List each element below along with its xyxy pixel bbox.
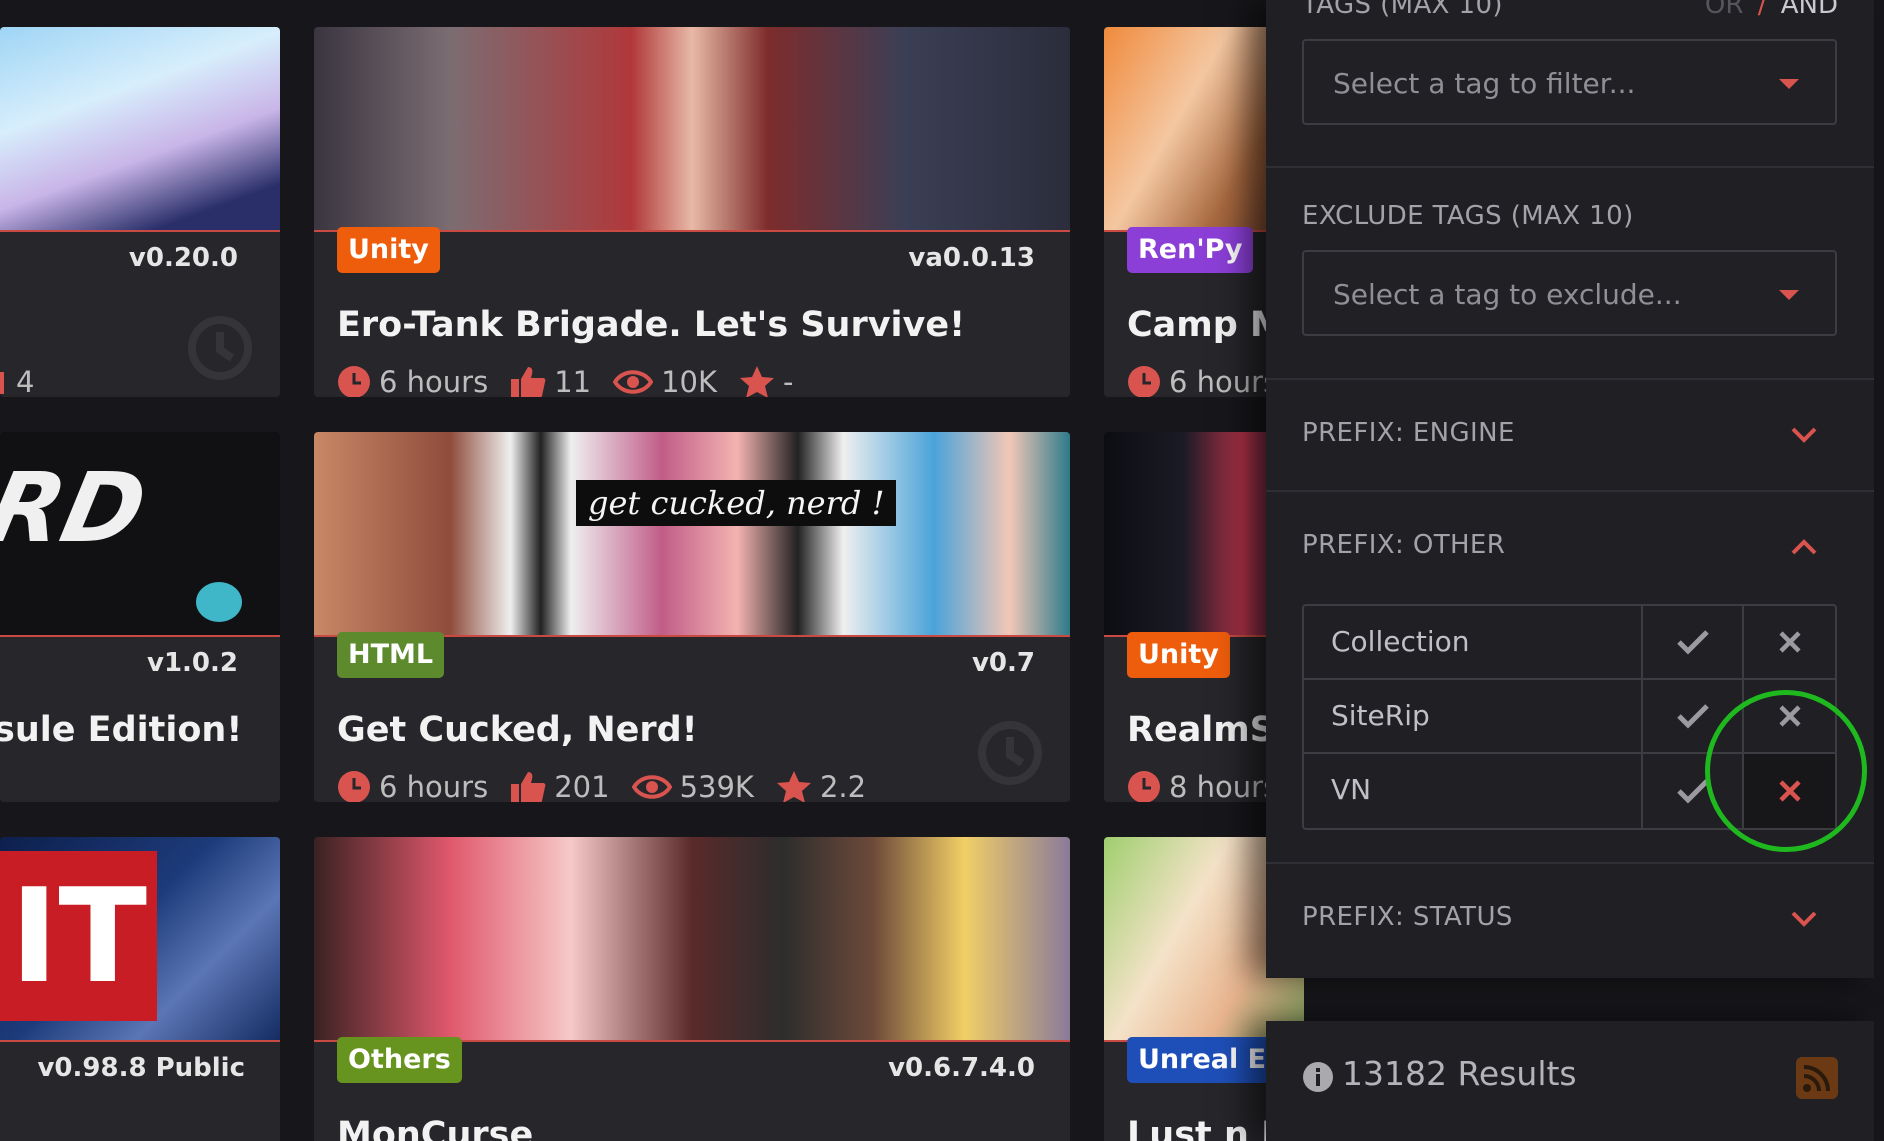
game-title[interactable]: Lust n F — [1127, 1115, 1285, 1141]
eye-icon — [631, 775, 672, 799]
tag-filter-placeholder: Select a tag to filter... — [1333, 67, 1636, 100]
chevron-down-icon[interactable] — [1790, 910, 1818, 928]
updated-time: 6 hours — [379, 770, 489, 802]
tag-exclude-placeholder: Select a tag to exclude... — [1333, 278, 1682, 311]
card-stats: 6 hours 11 10K - — [337, 365, 816, 397]
game-title[interactable]: Get Cucked, Nerd! — [337, 710, 698, 750]
tag-filter-select[interactable]: Select a tag to filter... — [1302, 39, 1837, 125]
include-button[interactable] — [1643, 606, 1744, 678]
version-badge: v0.7 — [959, 639, 1047, 687]
caret-down-icon — [1779, 79, 1799, 89]
game-card[interactable]: RD v1.0.2 sule Edition! — [0, 432, 280, 802]
version-badge: v0.6.7.4.0 — [876, 1044, 1047, 1092]
annotation-circle — [1705, 690, 1867, 852]
prefix-engine-label: PREFIX: ENGINE — [1302, 418, 1515, 448]
engine-badge: Unity — [1127, 632, 1230, 678]
clock-icon — [1128, 771, 1160, 802]
game-card[interactable]: get cucked, nerd ! HTML v0.7 Get Cucked,… — [314, 432, 1070, 802]
rating-value: 2.2 — [819, 770, 867, 802]
game-thumbnail[interactable] — [0, 27, 280, 232]
game-card[interactable]: Unity va0.0.13 Ero-Tank Brigade. Let's S… — [314, 27, 1070, 397]
exclude-button[interactable] — [1744, 606, 1835, 678]
eye-icon — [613, 370, 654, 394]
updated-time: 8 hours — [1169, 770, 1279, 802]
star-icon — [740, 366, 775, 397]
history-icon[interactable] — [972, 715, 1048, 791]
version-badge: va0.0.13 — [896, 234, 1047, 282]
prefix-status-label: PREFIX: STATUS — [1302, 902, 1513, 932]
game-card[interactable]: Others v0.6.7.4.0 MonCurse — [314, 837, 1070, 1141]
game-thumbnail[interactable]: get cucked, nerd ! — [314, 432, 1070, 637]
engine-badge: Others — [337, 1037, 462, 1083]
tag-mode-separator: / — [1757, 0, 1767, 20]
engine-badge: Ren'Py — [1127, 227, 1254, 273]
info-icon — [1303, 1062, 1333, 1092]
game-thumbnail[interactable]: IT — [0, 837, 280, 1042]
tag-mode-or[interactable]: OR — [1705, 0, 1744, 20]
engine-badge: HTML — [337, 632, 445, 678]
prefix-status-header[interactable]: PREFIX: STATUS — [1266, 864, 1874, 974]
prefix-engine-header[interactable]: PREFIX: ENGINE — [1266, 380, 1874, 490]
thumbs-up-icon — [0, 372, 4, 394]
engine-badge: Unity — [337, 227, 440, 273]
version-badge: v0.98.8 Public — [25, 1044, 257, 1092]
prefix-label: SiteRip — [1304, 680, 1643, 752]
rating-value: - — [783, 365, 794, 397]
exclude-tags-label: EXCLUDE TAGS (MAX 10) — [1302, 201, 1634, 231]
game-title[interactable]: RealmS — [1127, 710, 1275, 750]
game-thumbnail[interactable] — [314, 837, 1070, 1042]
results-count: 13182 Results — [1342, 1054, 1577, 1093]
prefix-other-label: PREFIX: OTHER — [1302, 530, 1506, 560]
game-title[interactable]: MonCurse — [337, 1115, 533, 1141]
results-bar: 13182 Results — [1266, 1021, 1874, 1141]
game-title[interactable]: Camp M — [1127, 305, 1285, 345]
history-icon[interactable] — [182, 310, 258, 386]
game-thumbnail[interactable] — [314, 27, 1070, 232]
views-count: 10K — [661, 365, 718, 397]
card-stats: 4 — [0, 365, 56, 397]
check-icon — [1676, 630, 1709, 655]
updated-time: 6 hours — [379, 365, 489, 397]
thumbnail-caption-text: get cucked, nerd ! — [576, 480, 897, 526]
caret-down-icon — [1779, 290, 1799, 300]
game-card[interactable]: IT v0.98.8 Public — [0, 837, 280, 1141]
tag-mode-and[interactable]: AND — [1781, 0, 1838, 20]
thumbnail-logo-text: RD — [0, 452, 156, 564]
clock-icon — [338, 366, 370, 397]
prefix-row-collection: Collection — [1304, 606, 1835, 680]
star-icon — [776, 771, 811, 802]
thumbnail-logo-text: IT — [0, 851, 158, 1021]
prefix-other-header[interactable]: PREFIX: OTHER — [1266, 492, 1874, 592]
check-icon — [1676, 704, 1709, 729]
check-icon — [1676, 779, 1709, 804]
divider — [1266, 166, 1874, 168]
game-title[interactable]: sule Edition! — [0, 710, 242, 750]
clock-icon — [338, 771, 370, 802]
prefix-label: VN — [1304, 754, 1643, 828]
thumbs-up-icon — [511, 772, 546, 802]
version-badge: v1.0.2 — [135, 639, 250, 687]
thumbnail-decoration — [196, 582, 242, 622]
card-stats: 6 hours 201 539K 2.2 — [337, 770, 888, 802]
views-count: 539K — [679, 770, 754, 802]
thumbs-up-icon — [511, 367, 546, 397]
likes-count: 4 — [16, 365, 35, 397]
game-thumbnail[interactable]: RD — [0, 432, 280, 637]
clock-icon — [1128, 366, 1160, 397]
chevron-down-icon[interactable] — [1790, 426, 1818, 444]
game-card[interactable]: v0.20.0 4 — [0, 27, 280, 397]
tag-mode-toggle[interactable]: OR / AND — [1705, 0, 1838, 20]
likes-count: 11 — [554, 365, 592, 397]
updated-time: 6 hours — [1169, 365, 1279, 397]
tag-exclude-select[interactable]: Select a tag to exclude... — [1302, 250, 1837, 336]
game-title[interactable]: Ero-Tank Brigade. Let's Survive! — [337, 305, 965, 345]
likes-count: 201 — [554, 770, 610, 802]
close-icon — [1778, 631, 1801, 653]
chevron-up-icon[interactable] — [1790, 538, 1818, 556]
tags-label: TAGS (MAX 10) — [1302, 0, 1503, 20]
rss-icon[interactable] — [1796, 1057, 1838, 1099]
version-badge: v0.20.0 — [116, 234, 250, 282]
prefix-label: Collection — [1304, 606, 1643, 678]
